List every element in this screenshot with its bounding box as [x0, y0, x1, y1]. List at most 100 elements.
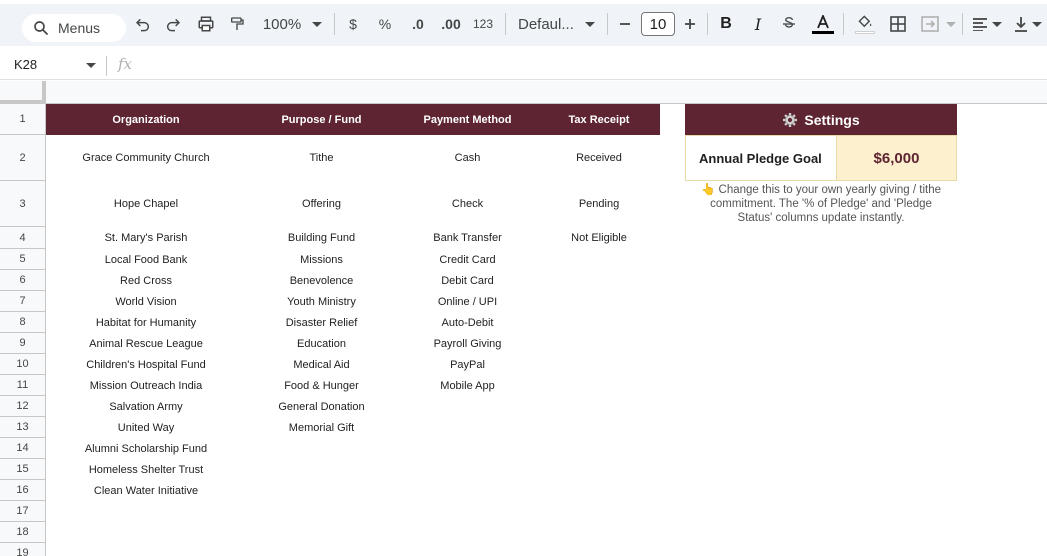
payment-method-cell[interactable]: Online / UPI: [397, 291, 538, 312]
payment-method-cell[interactable]: Auto-Debit: [397, 312, 538, 333]
select-all-corner[interactable]: [0, 81, 46, 104]
zoom-caret-icon[interactable]: [311, 13, 323, 35]
paint-format-icon[interactable]: [228, 13, 246, 35]
organization-cell[interactable]: Homeless Shelter Trust: [46, 459, 246, 480]
purpose-cell[interactable]: General Donation: [246, 396, 397, 417]
payment-method-cell[interactable]: Debit Card: [397, 270, 538, 291]
font-select[interactable]: Defaul...: [518, 13, 578, 35]
row-header-16[interactable]: 16: [0, 480, 46, 501]
borders-icon[interactable]: [888, 13, 908, 35]
increase-decimal-button[interactable]: .00: [439, 13, 463, 35]
row-header-15[interactable]: 15: [0, 459, 46, 480]
name-box[interactable]: K28: [14, 57, 37, 72]
payment-method-cell[interactable]: Credit Card: [397, 249, 538, 270]
purpose-cell[interactable]: Building Fund: [246, 227, 397, 249]
vertical-align-icon[interactable]: [1012, 13, 1030, 35]
zoom-select[interactable]: 100%: [262, 13, 302, 35]
organization-cell[interactable]: Local Food Bank: [46, 249, 246, 270]
row-header-10[interactable]: 10: [0, 354, 46, 375]
row-header-14[interactable]: 14: [0, 438, 46, 459]
currency-format-button[interactable]: $: [346, 13, 360, 35]
organization-cell[interactable]: Children's Hospital Fund: [46, 354, 246, 375]
payment-method-cell[interactable]: Payroll Giving: [397, 333, 538, 354]
row-header-19[interactable]: 19: [0, 543, 46, 556]
purpose-cell[interactable]: Food & Hunger: [246, 375, 397, 396]
decrease-decimal-button[interactable]: .0: [407, 13, 429, 35]
organization-cell[interactable]: Alumni Scholarship Fund: [46, 438, 246, 459]
decrease-font-size-icon[interactable]: [618, 13, 632, 35]
row-header-9[interactable]: 9: [0, 333, 46, 354]
organization-cell[interactable]: United Way: [46, 417, 246, 438]
annual-pledge-goal-label[interactable]: Annual Pledge Goal: [685, 135, 836, 181]
organization-cell[interactable]: Salvation Army: [46, 396, 246, 417]
print-icon[interactable]: [196, 13, 216, 35]
purpose-cell[interactable]: Education: [246, 333, 397, 354]
text-color-icon[interactable]: [811, 13, 835, 35]
header-payment-method[interactable]: Payment Method: [397, 104, 538, 135]
spreadsheet-grid[interactable]: ABCDEFGH12345678910111213141516171819 Or…: [0, 81, 1047, 556]
row-header-4[interactable]: 4: [0, 227, 46, 249]
settings-note[interactable]: 👆 Change this to your own yearly giving …: [685, 183, 957, 225]
row-header-18[interactable]: 18: [0, 522, 46, 543]
merge-caret-icon[interactable]: [945, 13, 957, 35]
organization-cell[interactable]: Animal Rescue League: [46, 333, 246, 354]
settings-header[interactable]: Settings: [685, 104, 957, 135]
purpose-cell[interactable]: Medical Aid: [246, 354, 397, 375]
organization-cell[interactable]: World Vision: [46, 291, 246, 312]
header-organization[interactable]: Organization: [46, 104, 246, 135]
bold-icon[interactable]: B: [718, 13, 734, 35]
tax-receipt-cell[interactable]: Not Eligible: [538, 227, 660, 249]
purpose-cell[interactable]: Memorial Gift: [246, 417, 397, 438]
purpose-cell[interactable]: Benevolence: [246, 270, 397, 291]
purpose-cell[interactable]: Missions: [246, 249, 397, 270]
fill-color-icon[interactable]: [854, 13, 876, 35]
redo-icon[interactable]: [164, 13, 182, 35]
align-caret-icon[interactable]: [991, 13, 1003, 35]
tax-receipt-cell[interactable]: Pending: [538, 181, 660, 227]
purpose-cell[interactable]: Offering: [246, 181, 397, 227]
organization-cell[interactable]: Mission Outreach India: [46, 375, 246, 396]
merge-cells-icon[interactable]: [920, 13, 940, 35]
organization-cell[interactable]: Clean Water Initiative: [46, 480, 246, 501]
organization-cell[interactable]: Grace Community Church: [46, 135, 246, 181]
payment-method-cell[interactable]: PayPal: [397, 354, 538, 375]
row-header-6[interactable]: 6: [0, 270, 46, 291]
vertical-align-caret-icon[interactable]: [1031, 13, 1043, 35]
strikethrough-icon[interactable]: [780, 13, 798, 35]
organization-cell[interactable]: Habitat for Humanity: [46, 312, 246, 333]
purpose-cell[interactable]: Tithe: [246, 135, 397, 181]
purpose-cell[interactable]: Youth Ministry: [246, 291, 397, 312]
organization-cell[interactable]: Hope Chapel: [46, 181, 246, 227]
search-menus-button[interactable]: Menus: [22, 14, 126, 42]
increase-font-size-icon[interactable]: [683, 13, 697, 35]
payment-method-cell[interactable]: Mobile App: [397, 375, 538, 396]
row-header-12[interactable]: 12: [0, 396, 46, 417]
row-header-1[interactable]: 1: [0, 104, 46, 135]
row-header-2[interactable]: 2: [0, 135, 46, 181]
purpose-cell[interactable]: Disaster Relief: [246, 312, 397, 333]
payment-method-cell[interactable]: Check: [397, 181, 538, 227]
row-header-8[interactable]: 8: [0, 312, 46, 333]
font-size-input[interactable]: 10: [641, 12, 675, 36]
name-box-caret-icon[interactable]: [86, 63, 96, 68]
percent-format-button[interactable]: %: [377, 13, 393, 35]
row-header-7[interactable]: 7: [0, 291, 46, 312]
tax-receipt-cell[interactable]: Received: [538, 135, 660, 181]
undo-icon[interactable]: [134, 13, 152, 35]
font-caret-icon[interactable]: [584, 13, 596, 35]
row-header-5[interactable]: 5: [0, 249, 46, 270]
align-icon[interactable]: [971, 13, 989, 35]
header-purpose-fund[interactable]: Purpose / Fund: [246, 104, 397, 135]
number-format-button[interactable]: 123: [472, 13, 494, 35]
payment-method-cell[interactable]: Bank Transfer: [397, 227, 538, 249]
payment-method-cell[interactable]: Cash: [397, 135, 538, 181]
row-header-17[interactable]: 17: [0, 501, 46, 522]
header-tax-receipt[interactable]: Tax Receipt: [538, 104, 660, 135]
row-header-3[interactable]: 3: [0, 181, 46, 227]
organization-cell[interactable]: Red Cross: [46, 270, 246, 291]
row-header-11[interactable]: 11: [0, 375, 46, 396]
italic-icon[interactable]: I: [750, 13, 766, 35]
row-header-13[interactable]: 13: [0, 417, 46, 438]
annual-pledge-goal-value[interactable]: $6,000: [836, 135, 957, 181]
organization-cell[interactable]: St. Mary's Parish: [46, 227, 246, 249]
